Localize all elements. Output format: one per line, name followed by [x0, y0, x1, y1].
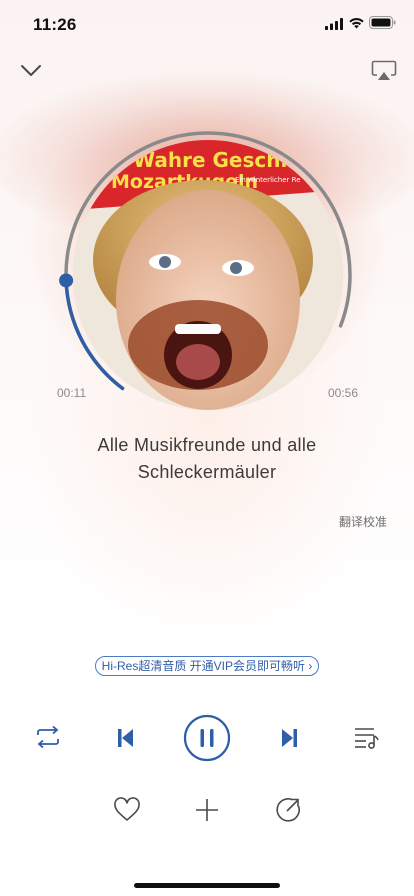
airplay-icon[interactable] [371, 60, 397, 82]
elapsed-time: 00:11 [57, 386, 87, 400]
wifi-icon [349, 18, 364, 29]
track-title-line2: Schleckermäuler [137, 462, 277, 482]
total-duration: 00:56 [328, 386, 359, 400]
cellular-signal-icon [325, 18, 343, 30]
next-icon[interactable] [279, 727, 299, 749]
pause-icon[interactable] [183, 714, 231, 762]
status-time: 11:26 [33, 15, 77, 34]
share-icon[interactable] [274, 796, 302, 824]
progress-knob[interactable] [59, 273, 74, 288]
status-bar: 11:26 [0, 0, 414, 48]
plus-icon[interactable] [194, 797, 220, 823]
home-indicator [134, 883, 280, 888]
chevron-down-icon[interactable] [18, 60, 44, 80]
heart-icon[interactable] [113, 797, 141, 823]
translate-calibration-button[interactable]: 翻译校准 [339, 513, 387, 530]
battery-icon [369, 16, 396, 29]
track-title-line1: Alle Musikfreunde und alle [97, 435, 317, 455]
repeat-icon[interactable] [35, 726, 61, 748]
playlist-icon[interactable] [354, 726, 380, 750]
progress-ring[interactable] [57, 127, 357, 417]
hires-vip-promo[interactable]: Hi-Res超清音质 开通VIP会员即可畅听 › [95, 656, 319, 676]
previous-icon[interactable] [116, 727, 136, 749]
track-title: Alle Musikfreunde und alle Schleckermäul… [40, 432, 374, 486]
